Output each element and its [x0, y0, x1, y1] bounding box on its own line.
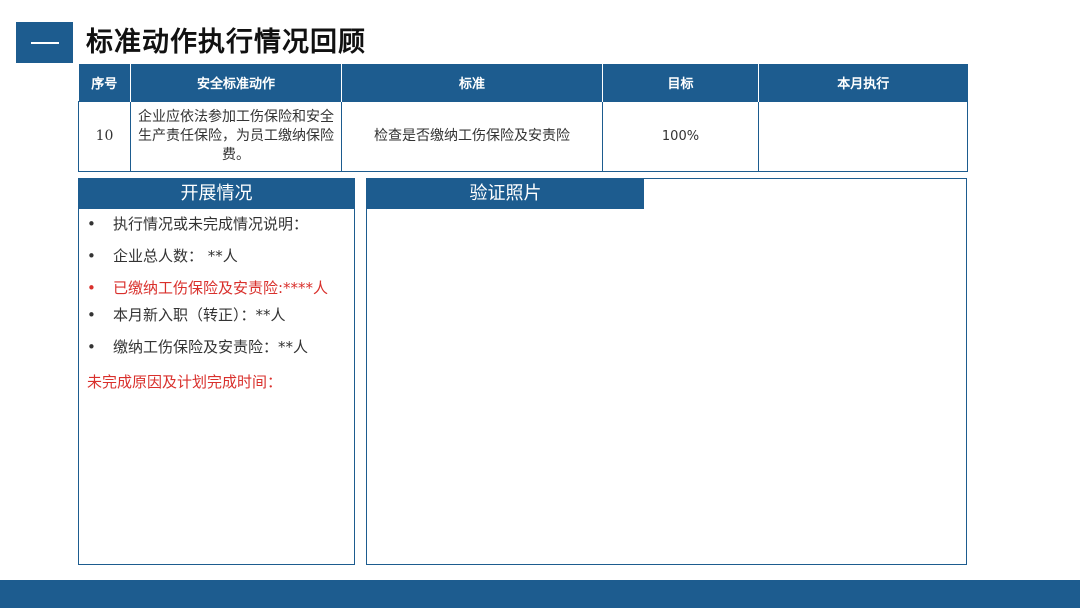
- bullet-icon: •: [87, 306, 96, 324]
- header-no: 序号: [78, 64, 131, 102]
- header-action: 安全标准动作: [130, 64, 342, 102]
- progress-list: • 执行情况或未完成情况说明： • 企业总人数： **人 • 已缴纳工伤保险及安责险:…: [87, 215, 349, 370]
- cell-no: 10: [78, 101, 131, 172]
- page-title: 标准动作执行情况回顾: [86, 27, 366, 58]
- photo-panel-title: 验证照片: [367, 179, 644, 209]
- footer-bar: [0, 580, 1080, 608]
- list-item: • 缴纳工伤保险及安责险：**人: [87, 338, 309, 356]
- bullet-icon: •: [87, 247, 96, 265]
- header-execution: 本月执行: [758, 64, 968, 102]
- bullet-icon: •: [87, 338, 96, 356]
- cell-action: 企业应依法参加工伤保险和安全生产责任保险，为员工缴纳保险费。: [130, 101, 342, 172]
- progress-panel: 开展情况 • 执行情况或未完成情况说明： • 企业总人数： **人 • 已缴纳工伤保险…: [78, 178, 355, 565]
- standards-table: 序号 安全标准动作 标准 目标 本月执行 10 企业应依法参加工伤保险和安全生产…: [78, 64, 968, 172]
- table-row: 10 企业应依法参加工伤保险和安全生产责任保险，为员工缴纳保险费。 检查是否缴纳…: [78, 101, 968, 172]
- header-standard: 标准: [341, 64, 603, 102]
- list-item: • 企业总人数： **人: [87, 247, 238, 265]
- cell-execution: [758, 101, 968, 172]
- dash-icon: [30, 41, 59, 44]
- cell-target: 100%: [602, 101, 759, 172]
- bullet-icon: •: [87, 279, 96, 297]
- incomplete-reason-note: 未完成原因及计划完成时间：: [87, 373, 283, 391]
- list-item: • 本月新入职（转正）：**人: [87, 306, 286, 324]
- list-item: • 执行情况或未完成情况说明：: [87, 215, 309, 233]
- bullet-icon: •: [87, 215, 96, 233]
- table-header-row: 序号 安全标准动作 标准 目标 本月执行: [78, 64, 968, 102]
- section-badge: [16, 22, 73, 63]
- photo-panel: 验证照片: [366, 178, 967, 565]
- list-item-highlight: • 已缴纳工伤保险及安责险:****人: [87, 279, 329, 297]
- progress-panel-title: 开展情况: [79, 179, 354, 209]
- header-target: 目标: [602, 64, 759, 102]
- cell-standard: 检查是否缴纳工伤保险及安责险: [341, 101, 603, 172]
